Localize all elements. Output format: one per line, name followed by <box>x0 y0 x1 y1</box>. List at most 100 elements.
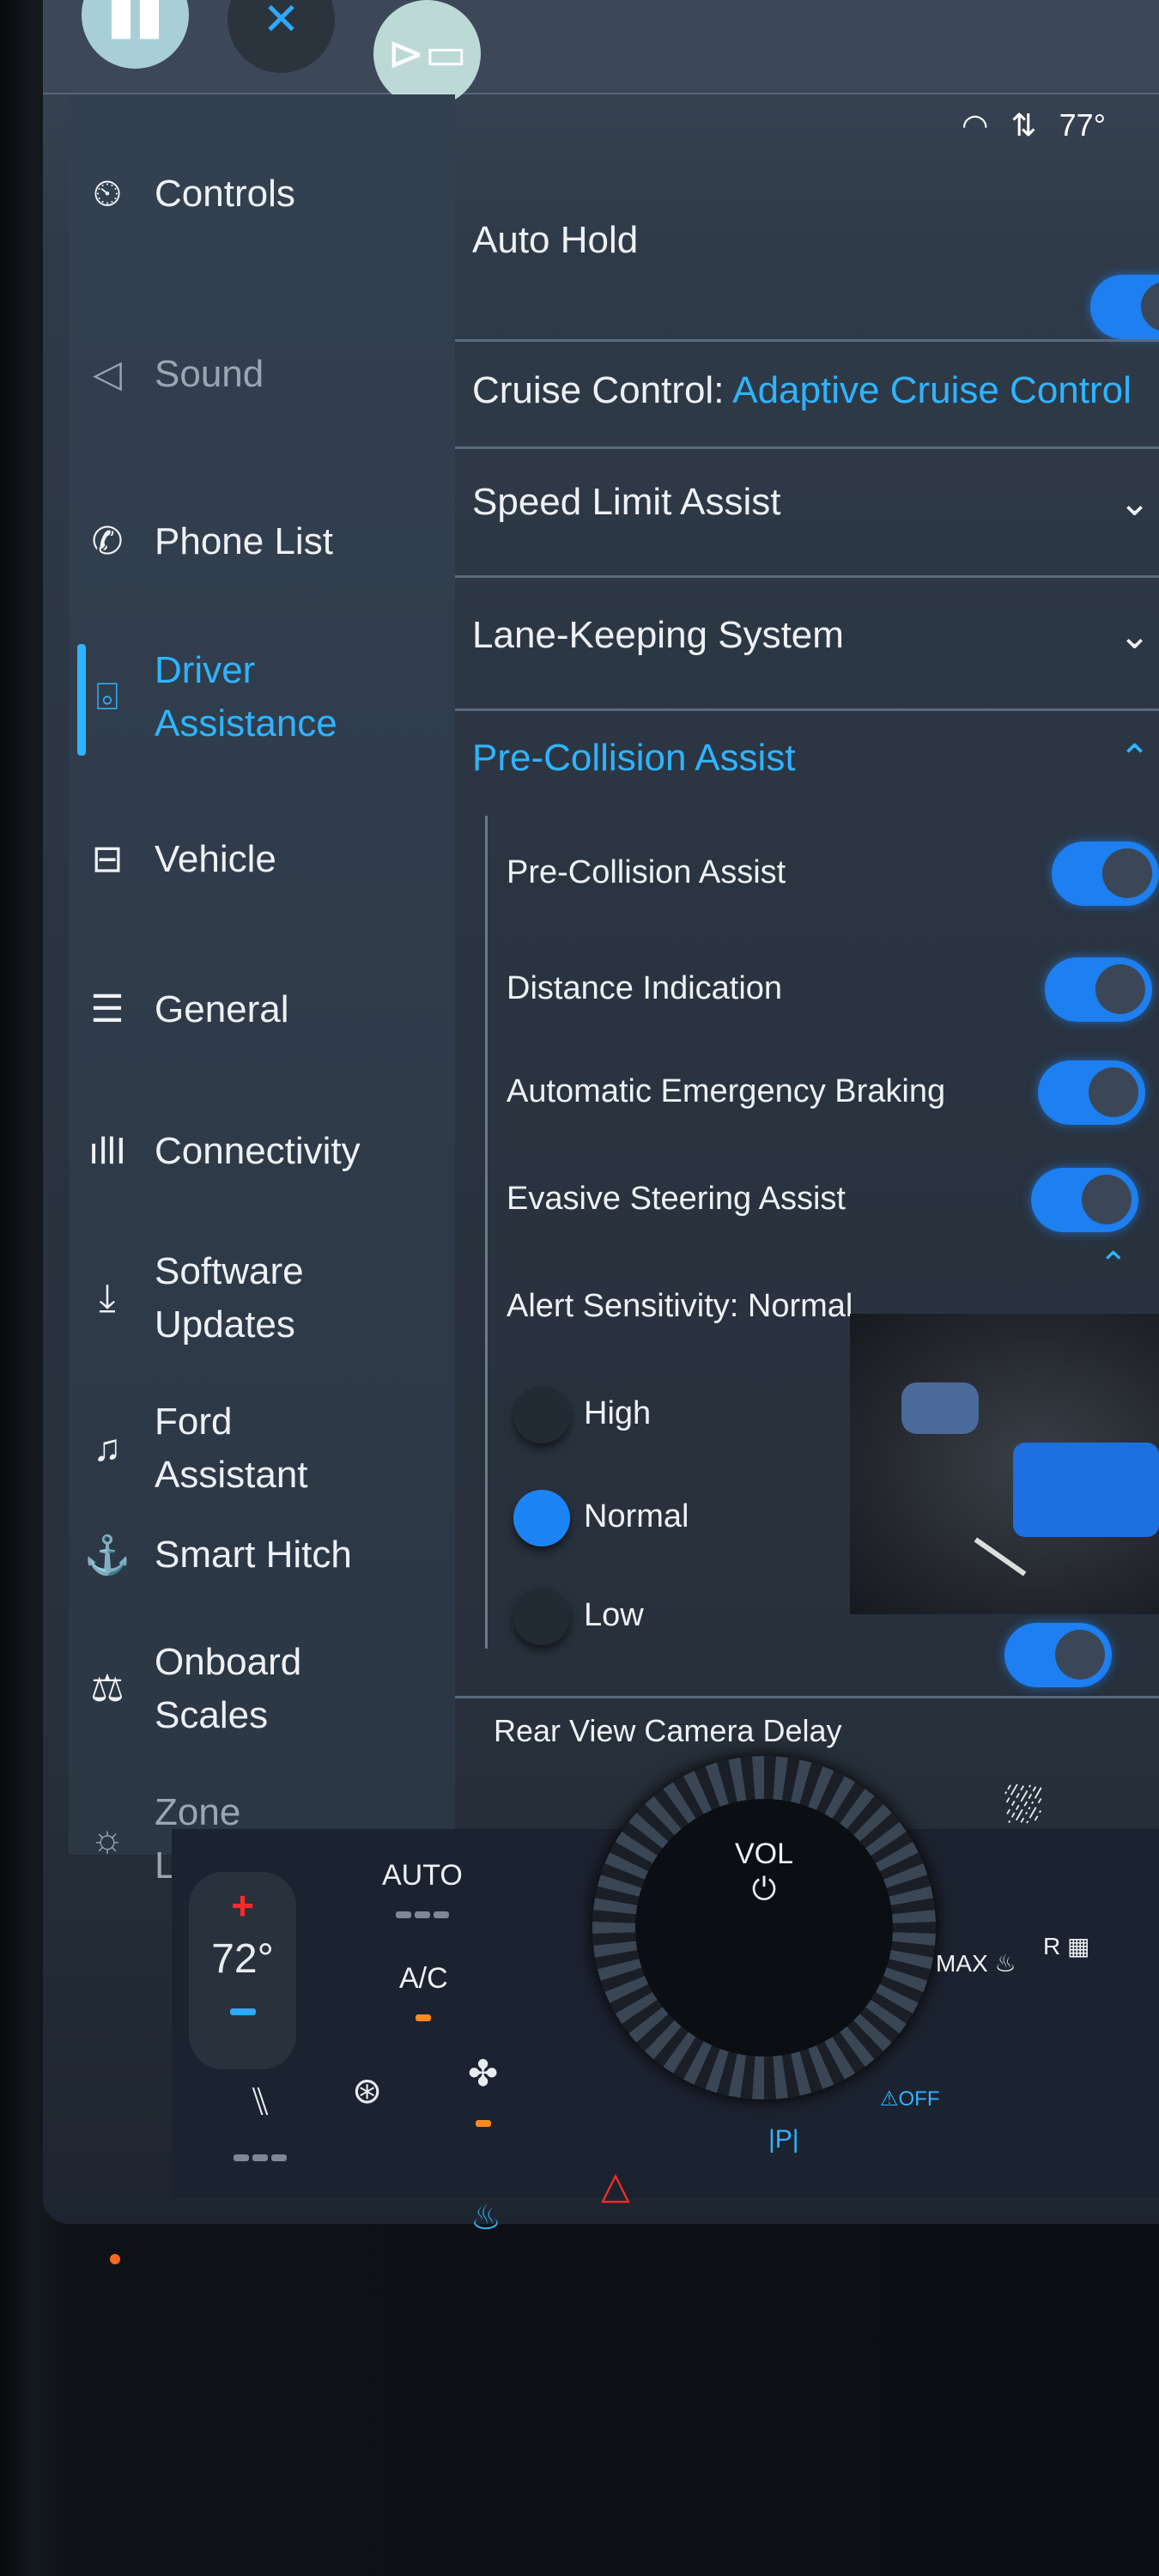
radio-normal[interactable] <box>513 1490 570 1546</box>
toggle-switch[interactable] <box>1045 957 1152 1022</box>
heated-wheel-button[interactable]: ⊛ <box>352 2069 382 2111</box>
max-label: MAX <box>936 1950 988 1977</box>
steering-wheel-icon: ⊛ <box>352 2070 383 2111</box>
pre-collision-header[interactable]: Pre-Collision Assist ⌃ <box>472 737 1159 780</box>
radio-label: High <box>584 1395 652 1431</box>
top-bar <box>43 0 1159 94</box>
hitch-icon: ⚓ <box>83 1534 131 1577</box>
sidebar-item-label: Software Updates <box>155 1250 304 1346</box>
data-arrows-icon: ⇅ <box>1010 107 1037 143</box>
speed-limit-assist-label: Speed Limit Assist <box>472 481 781 523</box>
auto-hold-label: Auto Hold <box>472 219 639 261</box>
off-label: OFF <box>898 2087 940 2111</box>
chevron-down-icon: ⌄ <box>1119 482 1150 524</box>
camera-button[interactable]: ⊳▭ <box>373 0 481 107</box>
volume-label: VOL <box>734 1838 794 1870</box>
sidebar-item-ford-assistant[interactable]: ♫ Ford Assistant <box>69 1395 455 1501</box>
lane-keeping-label: Lane-Keeping System <box>472 614 844 656</box>
pre-collision-illustration <box>850 1314 1159 1614</box>
seat-heat-button[interactable]: ⑊ <box>232 2078 288 2171</box>
toggle-row-label: Distance Indication <box>507 970 783 1006</box>
temp-up-button[interactable]: + <box>189 1882 296 1929</box>
phone-icon: ✆ <box>91 520 124 563</box>
speed-limit-assist-row[interactable]: Speed Limit Assist ⌄ <box>472 481 1159 524</box>
pre-collision-header-label: Pre-Collision Assist <box>472 737 796 779</box>
rear-defrost-button[interactable]: R ▦ <box>1043 1932 1089 1960</box>
sidebar-item-onboard-scales[interactable]: ⚖ Onboard Scales <box>69 1636 455 1741</box>
hazard-button[interactable]: △ <box>601 2164 630 2208</box>
sidebar-item-label: Onboard Scales <box>155 1641 302 1736</box>
sidebar-item-label: Sound <box>155 353 264 395</box>
zone-lighting-icon: ☼ <box>89 1817 125 1860</box>
sidebar-item-label: Ford Assistant <box>155 1400 308 1496</box>
toggle-switch[interactable] <box>1038 1060 1145 1125</box>
sliders-icon: ☰ <box>90 988 124 1031</box>
chevron-up-icon: ⌃ <box>1119 738 1150 780</box>
controls-icon: ⏲ <box>92 172 123 215</box>
assistant-icon: ♫ <box>93 1426 122 1469</box>
radio-high[interactable] <box>513 1387 570 1443</box>
indicator-light <box>110 2254 120 2264</box>
divider <box>455 447 1159 449</box>
cruise-control-row[interactable]: Cruise Control: Adaptive Cruise Control <box>472 369 1159 412</box>
max-defrost-button[interactable]: MAX ♨ <box>936 1949 1016 1978</box>
sidebar-item-vehicle[interactable]: ⊟ Vehicle <box>69 833 455 886</box>
auto-hold-row[interactable]: Auto Hold <box>472 219 1159 262</box>
auto-label: AUTO <box>382 1859 463 1892</box>
toggle-switch[interactable] <box>1031 1168 1138 1232</box>
cruise-control-value: Adaptive Cruise Control <box>732 369 1132 411</box>
camera-icon: ⊳▭ <box>387 28 467 79</box>
knob-center: VOL ⏻ <box>635 1799 893 2057</box>
sidebar-item-connectivity[interactable]: ıllI Connectivity <box>69 1125 455 1178</box>
auto-button[interactable]: AUTO <box>382 1859 463 1926</box>
section-guide-line <box>485 816 488 1649</box>
sidebar-item-general[interactable]: ☰ General <box>69 983 455 1036</box>
wifi-icon: ◠ <box>962 107 989 143</box>
sidebar-item-software-updates[interactable]: ⤓ Software Updates <box>69 1245 455 1351</box>
seat-icon: ⑊ <box>248 2079 272 2123</box>
lead-car-image <box>901 1382 979 1434</box>
divider <box>455 339 1159 342</box>
sidebar-item-sound[interactable]: ◁ Sound <box>69 348 455 401</box>
traction-off-button[interactable]: ⚠OFF <box>880 2087 940 2111</box>
park-assist-button[interactable]: |P| <box>768 2125 799 2154</box>
ac-label: A/C <box>399 1962 448 1995</box>
radio-low[interactable] <box>513 1589 570 1645</box>
status-bar: ◠ ⇅ 77° <box>962 107 1106 143</box>
rear-camera-delay-label[interactable]: Rear View Camera Delay <box>494 1713 842 1749</box>
sidebar-item-phone-list[interactable]: ✆ Phone List <box>69 515 455 568</box>
divider <box>455 575 1159 578</box>
ac-button[interactable]: A/C <box>399 1962 448 2029</box>
hazard-icon: △ <box>601 2165 630 2207</box>
rear-label: R <box>1043 1933 1061 1959</box>
alert-sensitivity: Alert Sensitivity: Normal <box>507 1288 853 1325</box>
auto-hold-toggle[interactable] <box>1090 275 1159 339</box>
scales-icon: ⚖ <box>90 1668 124 1710</box>
alert-sensitivity-value: Normal <box>747 1288 853 1324</box>
toggle-switch[interactable] <box>1052 841 1159 906</box>
fan-button[interactable]: ✤ <box>468 2052 498 2136</box>
sidebar-item-smart-hitch[interactable]: ⚓ Smart Hitch <box>69 1528 455 1582</box>
defrost-icon: ♨ <box>994 1950 1016 1977</box>
radio-label: Low <box>584 1597 644 1633</box>
traction-icon: ⚠ <box>880 2087 899 2111</box>
sidebar-item-label: Smart Hitch <box>155 1534 352 1576</box>
temp-down-button[interactable] <box>229 2008 256 2015</box>
sidebar-item-label: Driver Assistance <box>155 649 337 744</box>
toggle-row-label: Evasive Steering Assist <box>507 1181 846 1217</box>
sidebar-item-driver-assistance[interactable]: ⌻ Driver Assistance <box>69 644 455 750</box>
volume-knob[interactable]: VOL ⏻ <box>592 1756 936 2099</box>
airflow-icon[interactable]: ⛆ <box>1004 1777 1043 1835</box>
sidebar-item-label: Vehicle <box>155 838 276 880</box>
chevron-down-icon: ⌄ <box>1119 615 1150 657</box>
lane-keeping-row[interactable]: Lane-Keeping System ⌄ <box>472 614 1159 657</box>
sidebar-item-label: Connectivity <box>155 1130 361 1172</box>
alert-sensitivity-label: Alert Sensitivity: <box>507 1288 739 1324</box>
front-defrost-button[interactable]: ♨ <box>470 2198 501 2238</box>
chevron-up-icon[interactable]: ⌃ <box>1099 1245 1128 1285</box>
close-icon: ✕ <box>262 0 300 45</box>
rear-camera-delay-toggle[interactable] <box>1004 1623 1112 1687</box>
download-icon: ⤓ <box>99 1276 116 1319</box>
sidebar-item-controls[interactable]: ⏲ Controls <box>69 167 455 221</box>
sidebar-item-label: Controls <box>155 173 295 215</box>
